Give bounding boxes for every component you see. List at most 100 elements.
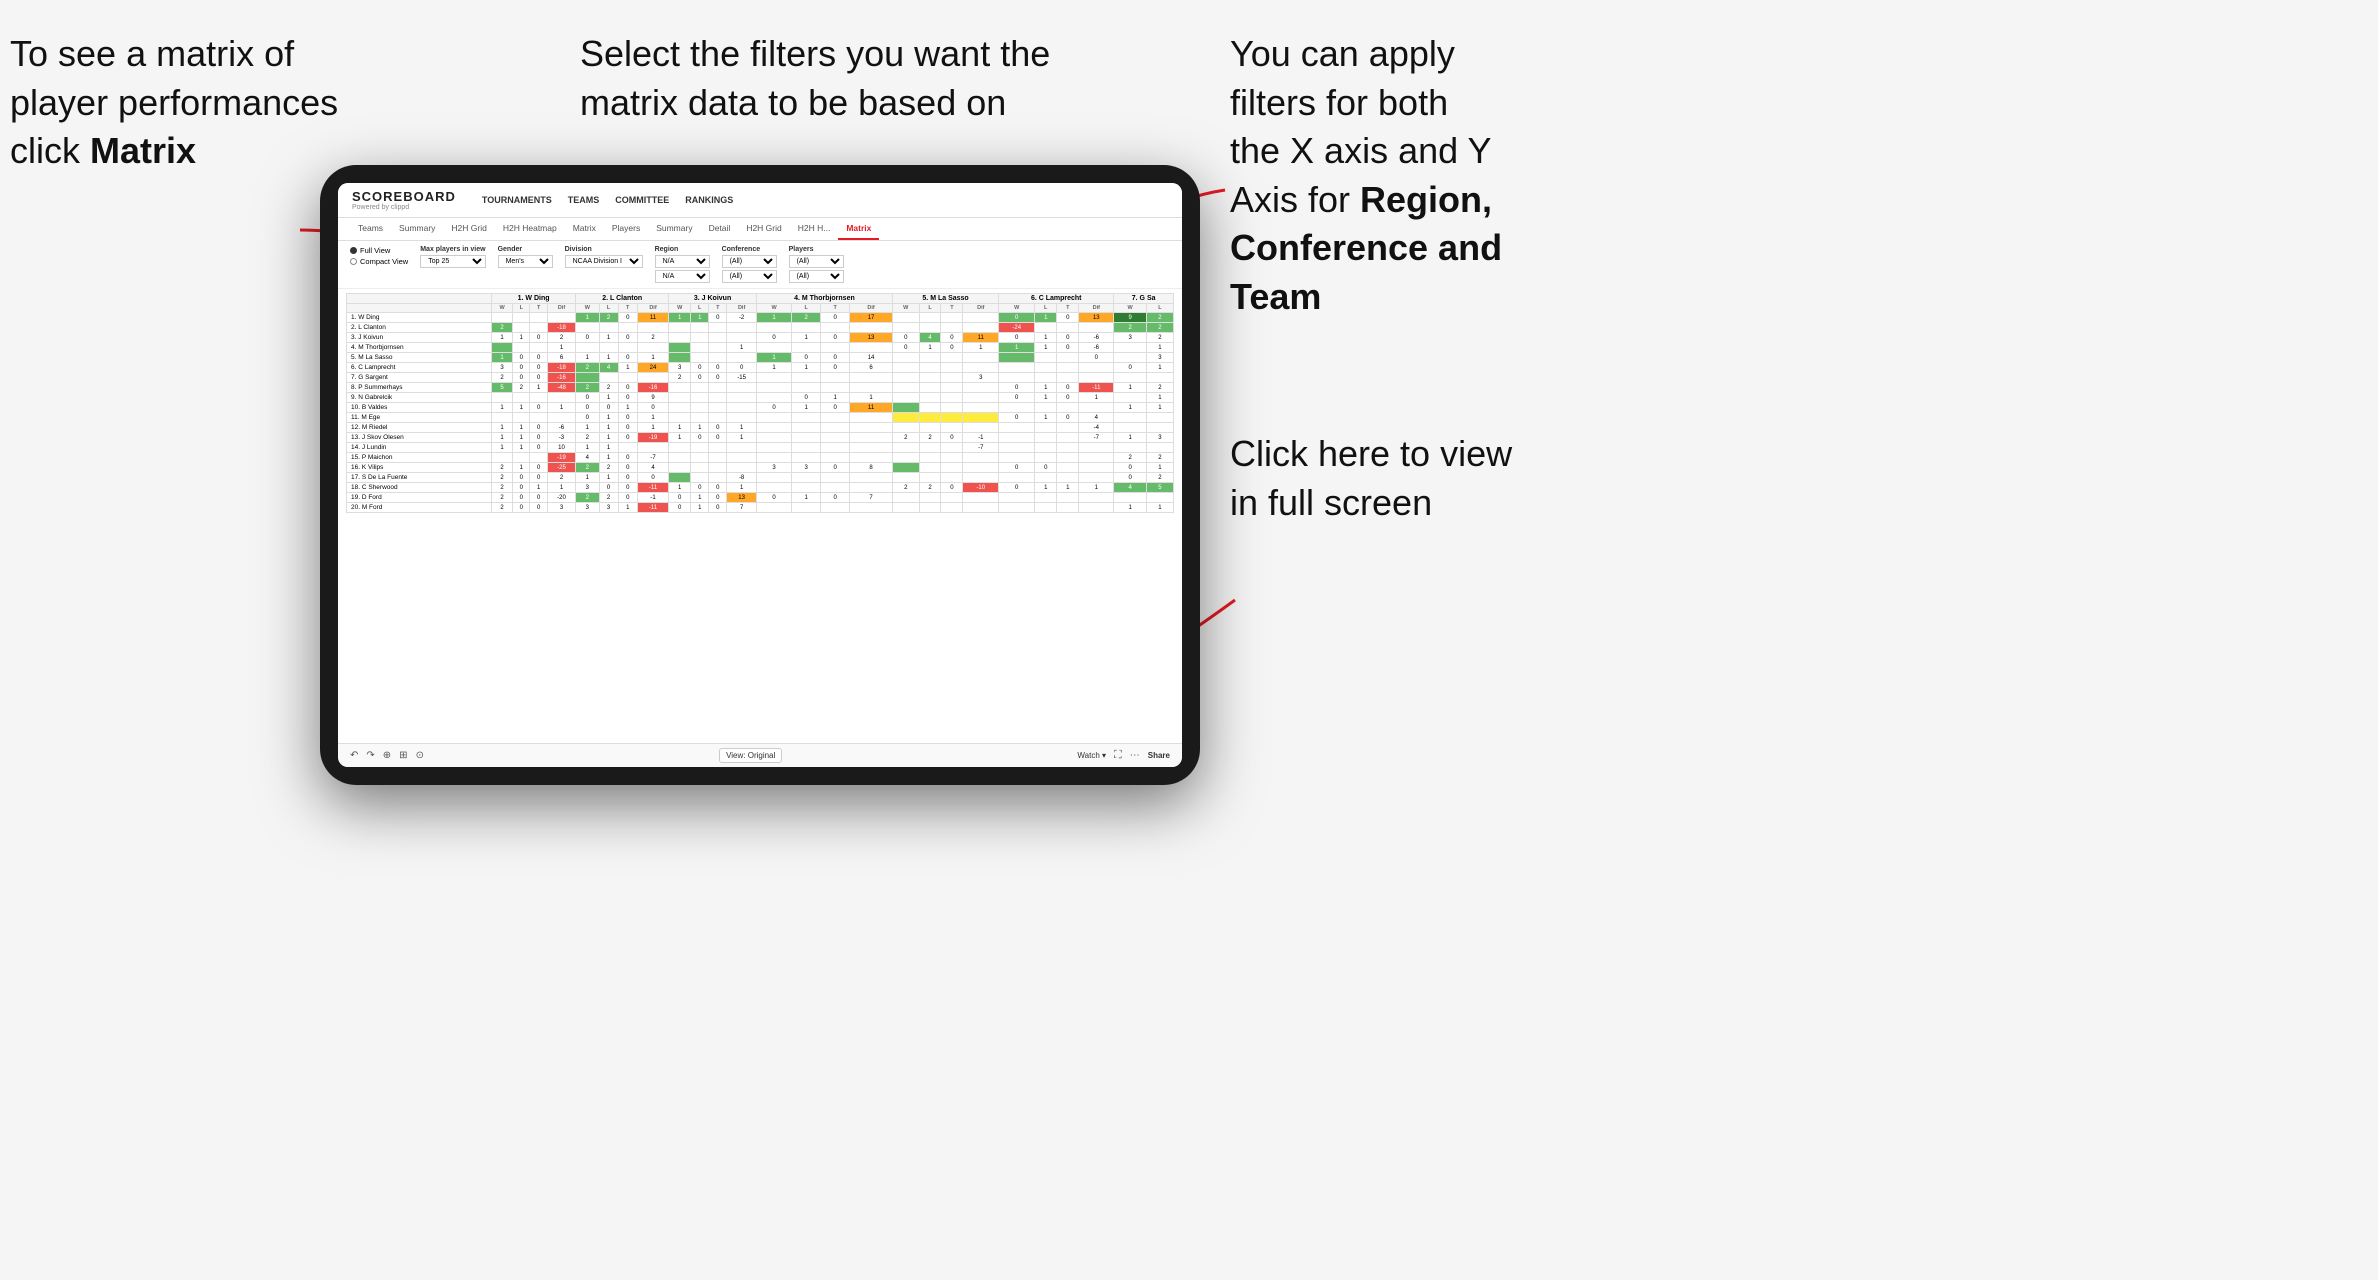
view-options: Full View Compact View	[350, 246, 408, 266]
col-header-5: 5. M La Sasso	[892, 294, 998, 304]
nav-teams[interactable]: TEAMS	[568, 193, 600, 207]
conference-select-y[interactable]: (All)	[722, 270, 777, 283]
zoom-icon[interactable]: ⊕	[383, 750, 391, 761]
subnav-matrix[interactable]: Matrix	[565, 218, 604, 240]
ann-tr-l2: filters for both	[1230, 82, 1448, 123]
table-row: 7. G Sargent 200-16 200-15 3	[347, 373, 1174, 383]
table-row: 20. M Ford 2003 331-11 0107 11	[347, 503, 1174, 513]
table-row: 4. M Thorbjornsen 1 1 0101 110-6 1	[347, 343, 1174, 353]
col-header-7: 7. G Sa	[1114, 294, 1174, 304]
filter-row: Full View Compact View Max players in vi…	[338, 241, 1182, 289]
watch-button[interactable]: Watch ▾	[1077, 751, 1106, 760]
ann-tl-line1: To see a matrix of	[10, 33, 294, 74]
table-row: 9. N Gabrelcik 0109 011 0101 1	[347, 393, 1174, 403]
view-original-btn[interactable]: View: Original	[719, 748, 782, 763]
matrix-area: 1. W Ding 2. L Clanton 3. J Koivun 4. M …	[338, 289, 1182, 743]
conference-select-x[interactable]: (All)	[722, 255, 777, 268]
nav-logo-sub: Powered by clippd	[352, 204, 456, 211]
gender-label: Gender	[498, 246, 553, 253]
subnav-h2h-grid2[interactable]: H2H Grid	[738, 218, 789, 240]
table-row: 8. P Summerhays 521-48 220-16 010-11 12	[347, 383, 1174, 393]
table-row: 2. L Clanton 2-18 -24 22	[347, 323, 1174, 333]
table-row: 3. J Koivun 1102 0102 01013 04011 010-6 …	[347, 333, 1174, 343]
table-row: 17. S De La Fuente 2002 1100 -8 02	[347, 473, 1174, 483]
nav-tournaments[interactable]: TOURNAMENTS	[482, 193, 552, 207]
subnav-matrix-active[interactable]: Matrix	[838, 218, 879, 240]
annotation-top-right: You can apply filters for both the X axi…	[1230, 30, 1550, 322]
region-select-x[interactable]: N/A	[655, 255, 710, 268]
annotation-top-center: Select the filters you want the matrix d…	[580, 30, 1080, 127]
filter-conference: Conference (All) (All)	[722, 246, 777, 283]
ann-tl-line3-prefix: click	[10, 130, 90, 171]
table-row: 14. J Lundin 11010 11 -7	[347, 443, 1174, 453]
division-label: Division	[565, 246, 643, 253]
ann-tr-l6: Team	[1230, 276, 1321, 317]
compact-view-option[interactable]: Compact View	[350, 257, 408, 266]
ann-tc-text: Select the filters you want the matrix d…	[580, 33, 1050, 123]
col-header-blank	[347, 294, 492, 304]
region-label: Region	[655, 246, 710, 253]
view-original-label: View: Original	[726, 751, 775, 760]
players-select-x[interactable]: (All)	[789, 255, 844, 268]
undo-icon[interactable]: ↶	[350, 750, 358, 761]
ann-tl-line2: player performances	[10, 82, 338, 123]
annotation-bottom-right: Click here to view in full screen	[1230, 430, 1530, 527]
gender-select[interactable]: Men's	[498, 255, 553, 268]
table-row: 12. M Riedel 110-6 1101 1101 -4	[347, 423, 1174, 433]
players-select-y[interactable]: (All)	[789, 270, 844, 283]
subnav-players[interactable]: Players	[604, 218, 648, 240]
col-header-1: 1. W Ding	[492, 294, 576, 304]
filter-division: Division NCAA Division I	[565, 246, 643, 268]
filter-gender: Gender Men's	[498, 246, 553, 268]
compact-view-radio[interactable]	[350, 258, 357, 265]
subnav-teams[interactable]: Teams	[350, 218, 391, 240]
table-row: 5. M La Sasso 1006 1101 10014 0 3	[347, 353, 1174, 363]
nav-logo: SCOREBOARD Powered by clippd	[352, 189, 456, 211]
bottom-tools: ↶ ↷ ⊕ ⊞ ⊙	[350, 750, 424, 761]
redo-icon[interactable]: ↷	[366, 750, 374, 761]
watch-label: Watch	[1077, 751, 1099, 760]
matrix-table: 1. W Ding 2. L Clanton 3. J Koivun 4. M …	[346, 293, 1174, 513]
region-select-y[interactable]: N/A	[655, 270, 710, 283]
subnav-h2h-heatmap[interactable]: H2H Heatmap	[495, 218, 565, 240]
table-row: 19. D Ford 200-20 220-1 01013 0107	[347, 493, 1174, 503]
table-row: 15. P Maichon -19 410-7 22	[347, 453, 1174, 463]
bottom-bar: ↶ ↷ ⊕ ⊞ ⊙ View: Original Watch ▾ ⛶ ⋯ Sha…	[338, 743, 1182, 767]
filter-players: Players (All) (All)	[789, 246, 844, 283]
sub-header-blank	[347, 304, 492, 313]
screenshot-icon[interactable]: ⊞	[399, 750, 407, 761]
tablet-screen: SCOREBOARD Powered by clippd TOURNAMENTS…	[338, 183, 1182, 767]
right-tools: Watch ▾ ⛶ ⋯ Share	[1077, 749, 1170, 762]
nav-links: TOURNAMENTS TEAMS COMMITTEE RANKINGS	[482, 193, 733, 207]
more-icon[interactable]: ⋯	[1130, 750, 1140, 761]
table-row: 11. M Ege 0101 0104	[347, 413, 1174, 423]
full-view-option[interactable]: Full View	[350, 246, 408, 255]
ann-tl-matrix-bold: Matrix	[90, 130, 196, 171]
conference-label: Conference	[722, 246, 777, 253]
ann-tr-l4b: Region,	[1360, 179, 1492, 220]
nav-committee[interactable]: COMMITTEE	[615, 193, 669, 207]
nav-rankings[interactable]: RANKINGS	[685, 193, 733, 207]
subnav-detail[interactable]: Detail	[701, 218, 739, 240]
ann-br-l1: Click here to view	[1230, 433, 1512, 474]
subnav-h2h-h[interactable]: H2H H...	[790, 218, 839, 240]
division-select[interactable]: NCAA Division I	[565, 255, 643, 268]
table-row: 6. C Lamprecht 300-18 24124 3000 1106 01	[347, 363, 1174, 373]
subnav-h2h-grid[interactable]: H2H Grid	[443, 218, 494, 240]
max-players-select[interactable]: Top 25	[420, 255, 485, 268]
settings-icon[interactable]: ⊙	[416, 750, 424, 761]
fullscreen-icon[interactable]: ⛶	[1114, 749, 1122, 762]
subnav-summary[interactable]: Summary	[391, 218, 443, 240]
col-header-2: 2. L Clanton	[576, 294, 669, 304]
compact-view-label: Compact View	[360, 257, 408, 266]
share-label: Share	[1148, 751, 1170, 760]
nav-bar: SCOREBOARD Powered by clippd TOURNAMENTS…	[338, 183, 1182, 218]
annotation-top-left: To see a matrix of player performances c…	[10, 30, 350, 176]
col-header-3: 3. J Koivun	[669, 294, 757, 304]
players-label: Players	[789, 246, 844, 253]
col-header-6: 6. C Lamprecht	[999, 294, 1114, 304]
full-view-radio[interactable]	[350, 247, 357, 254]
filter-region: Region N/A N/A	[655, 246, 710, 283]
share-button[interactable]: Share	[1148, 751, 1170, 760]
subnav-summary2[interactable]: Summary	[648, 218, 700, 240]
